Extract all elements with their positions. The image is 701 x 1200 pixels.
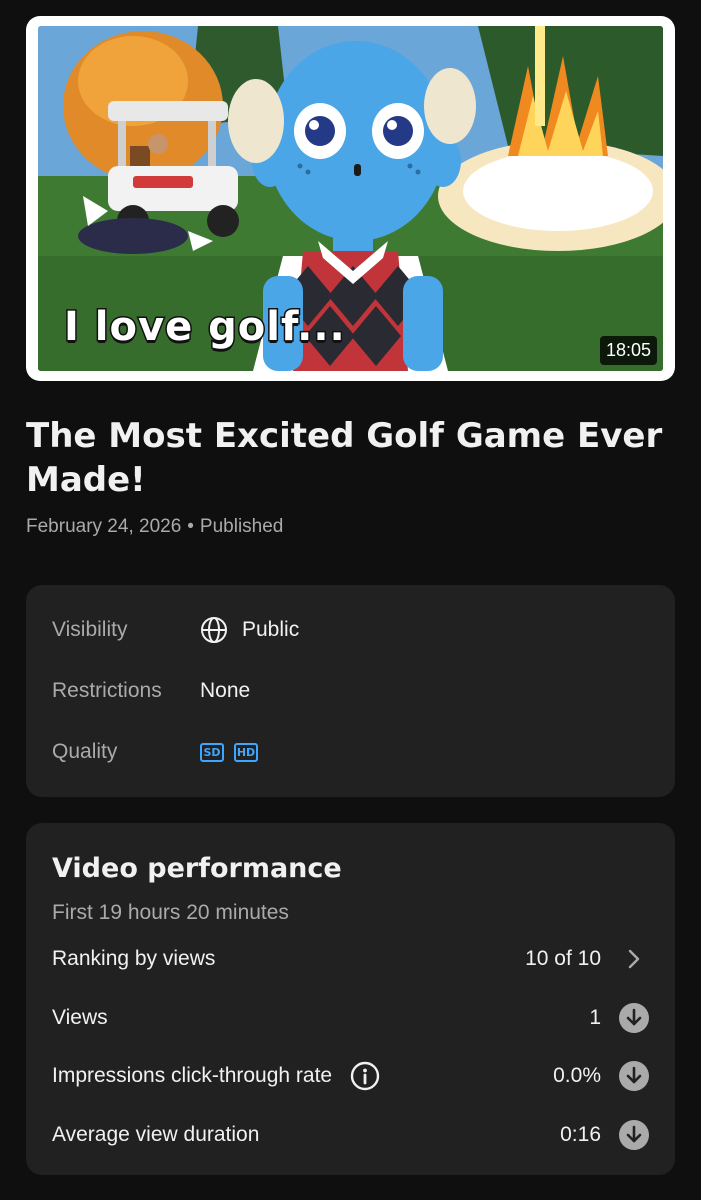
video-thumbnail[interactable]: I love golf... 18:05	[26, 16, 675, 381]
performance-title: Video performance	[52, 853, 342, 884]
visibility-row[interactable]: Visibility Public	[52, 615, 649, 645]
publish-status: Published	[199, 516, 284, 537]
restrictions-row[interactable]: Restrictions None	[52, 676, 649, 706]
restrictions-label: Restrictions	[52, 679, 162, 702]
ranking-label: Ranking by views	[52, 947, 216, 970]
views-row[interactable]: Views 1	[52, 1001, 649, 1035]
info-icon[interactable]	[350, 1061, 380, 1091]
video-title: The Most Excited Golf Game Ever Made!	[26, 416, 663, 500]
quality-label: Quality	[52, 740, 118, 763]
visibility-text: Public	[242, 618, 300, 641]
quality-badges: SD HD	[200, 742, 268, 762]
views-label: Views	[52, 1006, 108, 1029]
duration-badge: 18:05	[599, 336, 657, 365]
quality-row: Quality SD HD	[52, 737, 649, 767]
globe-icon	[201, 617, 227, 643]
hd-badge: HD	[234, 742, 258, 762]
thumbnail-caption: I love golf...	[63, 303, 347, 352]
visibility-value: Public	[200, 616, 299, 644]
restrictions-value: None	[200, 679, 251, 702]
video-details-page: I love golf... 18:05 The Most Excited Go…	[0, 0, 701, 1200]
visibility-label: Visibility	[52, 618, 128, 641]
arrow-down-circle-icon	[619, 1120, 649, 1150]
arrow-down-circle-icon	[619, 1003, 649, 1033]
ctr-label: Impressions click-through rate	[52, 1064, 333, 1087]
video-meta: February 24, 2026 • Published	[26, 516, 283, 538]
video-performance-card: Video performance First 19 hours 20 minu…	[26, 823, 675, 1175]
video-details-card: Visibility Public Restrictions None Qual…	[26, 585, 675, 797]
thumbnail-image: I love golf... 18:05	[38, 26, 663, 371]
publish-date: February 24, 2026	[26, 516, 182, 537]
avg-duration-value: 0:16	[560, 1123, 601, 1146]
ctr-label-group: Impressions click-through rate	[52, 1061, 553, 1091]
arrow-down-circle-icon	[619, 1061, 649, 1091]
performance-subtitle: First 19 hours 20 minutes	[52, 901, 289, 924]
meta-separator: •	[187, 516, 194, 537]
avg-duration-label: Average view duration	[52, 1123, 260, 1146]
views-value: 1	[589, 1006, 601, 1029]
ctr-row[interactable]: Impressions click-through rate 0.0%	[52, 1059, 649, 1093]
chevron-right-icon[interactable]	[619, 944, 649, 974]
sd-badge: SD	[200, 742, 224, 762]
ranking-row[interactable]: Ranking by views 10 of 10	[52, 942, 649, 976]
avg-duration-row[interactable]: Average view duration 0:16	[52, 1118, 649, 1152]
ranking-value: 10 of 10	[525, 947, 601, 970]
ctr-value: 0.0%	[553, 1064, 601, 1087]
